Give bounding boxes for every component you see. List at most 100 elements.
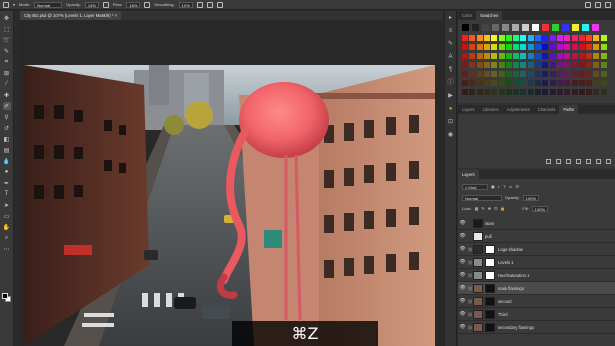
color-swatch[interactable]	[505, 89, 512, 95]
color-swatch[interactable]	[469, 89, 476, 95]
filter-smart-icon[interactable]: ⊡	[515, 184, 518, 189]
layer-name[interactable]: Logo shadow	[498, 247, 523, 252]
path-select-tool-icon[interactable]: ➤	[3, 201, 11, 209]
layer-name[interactable]: Hue/Saturation 1	[498, 273, 529, 278]
color-swatch[interactable]	[498, 62, 505, 68]
smoothing-settings-icon[interactable]	[196, 1, 203, 8]
gradient-tool-icon[interactable]: ▤	[3, 146, 11, 154]
color-swatch[interactable]	[498, 35, 505, 41]
color-swatch[interactable]	[578, 71, 585, 77]
navigator-panel-icon[interactable]: ⊡	[447, 119, 454, 126]
visibility-eye-icon[interactable]: 👁	[458, 259, 467, 265]
color-swatch[interactable]	[571, 35, 578, 41]
brushes-panel-icon[interactable]: ✎	[447, 41, 454, 48]
color-swatch[interactable]	[491, 35, 498, 41]
layer-thumbnail[interactable]	[473, 283, 483, 293]
color-swatch[interactable]	[462, 35, 468, 41]
hand-tool-icon[interactable]: ✋	[3, 223, 11, 231]
tab-layers-main[interactable]: Layers	[458, 170, 479, 179]
color-swatch[interactable]	[564, 89, 571, 95]
color-swatch[interactable]	[520, 71, 527, 77]
color-swatch[interactable]	[549, 80, 556, 86]
color-swatch[interactable]	[549, 44, 556, 50]
shape-tool-icon[interactable]: ▭	[3, 212, 11, 220]
learn-panel-icon[interactable]: ◉	[447, 132, 454, 139]
layer-mask-thumbnail[interactable]	[485, 270, 495, 280]
crop-tool-icon[interactable]: ⌗	[3, 58, 11, 66]
color-swatch[interactable]	[556, 35, 563, 41]
recent-color-swatch[interactable]	[462, 24, 469, 31]
layer-name[interactable]: secondary flamingo	[498, 325, 534, 330]
color-swatch[interactable]	[498, 80, 505, 86]
color-swatch[interactable]	[586, 44, 593, 50]
color-swatch[interactable]	[556, 62, 563, 68]
color-swatch[interactable]	[520, 62, 527, 68]
color-swatch[interactable]	[513, 35, 520, 41]
color-swatch[interactable]	[513, 53, 520, 59]
visibility-eye-icon[interactable]: 👁	[458, 220, 467, 226]
recent-color-swatch[interactable]	[482, 24, 489, 31]
color-swatch[interactable]	[600, 35, 607, 41]
layer-row[interactable]: 👁 pull	[458, 230, 615, 243]
layer-mask-thumbnail[interactable]	[485, 296, 495, 306]
color-swatch[interactable]	[535, 53, 541, 59]
lock-all-icon[interactable]: 🔒	[500, 206, 505, 211]
color-swatch[interactable]	[520, 89, 527, 95]
layer-row[interactable]: 👁 ⛓ main flamingo	[458, 282, 615, 295]
new-path-icon[interactable]	[596, 159, 601, 164]
blur-tool-icon[interactable]: 💧	[3, 157, 11, 165]
tab-paths[interactable]: Paths	[559, 105, 579, 114]
color-swatch[interactable]	[564, 53, 571, 59]
color-swatch[interactable]	[542, 44, 549, 50]
make-path-icon[interactable]	[576, 159, 581, 164]
color-swatch[interactable]	[542, 89, 549, 95]
recent-color-swatch[interactable]	[522, 24, 529, 31]
visibility-eye-icon[interactable]: 👁	[458, 311, 467, 317]
eyedropper-tool-icon[interactable]: ⁄	[3, 80, 11, 88]
fill-path-icon[interactable]	[546, 159, 551, 164]
color-swatch[interactable]	[469, 53, 476, 59]
color-swatch[interactable]	[549, 62, 556, 68]
color-swatch[interactable]	[542, 53, 549, 59]
color-swatch[interactable]	[564, 80, 571, 86]
color-swatch[interactable]	[527, 35, 534, 41]
layer-row[interactable]: 👁 ⛓ Levels 1	[458, 256, 615, 269]
color-swatch[interactable]	[556, 71, 563, 77]
info-panel-icon[interactable]: ⓘ	[447, 80, 454, 87]
color-swatch[interactable]	[513, 71, 520, 77]
pressure-size-icon[interactable]	[206, 1, 213, 8]
color-swatch[interactable]	[505, 53, 512, 59]
recent-color-swatch[interactable]	[472, 24, 479, 31]
color-swatch[interactable]	[520, 44, 527, 50]
lock-position-icon[interactable]: ✥	[488, 206, 491, 211]
layer-row[interactable]: 👁 stars	[458, 217, 615, 230]
color-swatch[interactable]	[571, 53, 578, 59]
color-swatch[interactable]	[586, 89, 593, 95]
color-swatch[interactable]	[505, 62, 512, 68]
color-swatch[interactable]	[549, 35, 556, 41]
color-swatch[interactable]	[593, 53, 600, 59]
color-swatch[interactable]	[564, 62, 571, 68]
color-swatch[interactable]	[491, 71, 498, 77]
color-swatch[interactable]	[469, 62, 476, 68]
layer-mask-thumbnail[interactable]	[485, 257, 495, 267]
color-swatch[interactable]	[535, 62, 541, 68]
color-swatch[interactable]	[505, 80, 512, 86]
move-tool-icon[interactable]: ✥	[3, 14, 11, 22]
kind-filter-select[interactable]: ⌕ Kind	[462, 183, 488, 190]
color-swatch[interactable]	[520, 53, 527, 59]
recent-color-swatch[interactable]	[572, 24, 579, 31]
opacity-field[interactable]: 14%	[84, 1, 99, 8]
add-mask-icon[interactable]	[586, 159, 591, 164]
recent-color-swatch[interactable]	[582, 24, 589, 31]
layer-thumbnail[interactable]	[473, 231, 483, 241]
color-swatch[interactable]	[571, 80, 578, 86]
color-swatch[interactable]	[586, 62, 593, 68]
color-swatch[interactable]	[535, 80, 541, 86]
eraser-tool-icon[interactable]: ◧	[3, 135, 11, 143]
color-swatch[interactable]	[505, 44, 512, 50]
color-swatch[interactable]	[469, 35, 476, 41]
recent-color-swatch[interactable]	[552, 24, 559, 31]
type-tool-icon[interactable]: T	[3, 190, 11, 198]
color-swatch[interactable]	[556, 89, 563, 95]
